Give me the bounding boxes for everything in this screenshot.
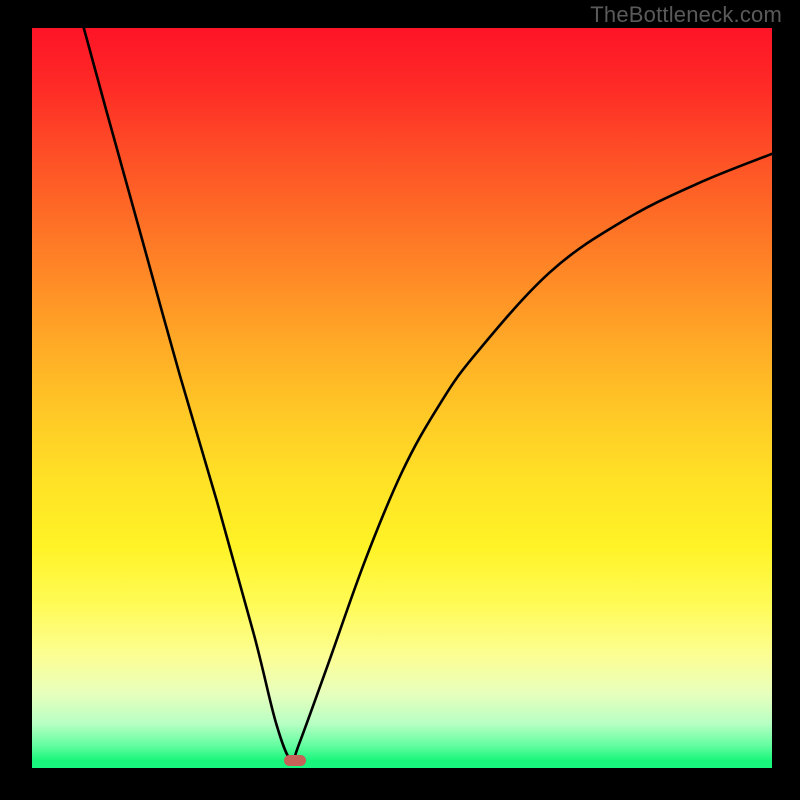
plot-area: [32, 28, 772, 768]
optimum-marker: [284, 755, 306, 766]
chart-frame: TheBottleneck.com: [0, 0, 800, 800]
curve-svg: [32, 28, 772, 768]
bottleneck-curve: [84, 28, 772, 762]
watermark-text: TheBottleneck.com: [590, 2, 782, 28]
